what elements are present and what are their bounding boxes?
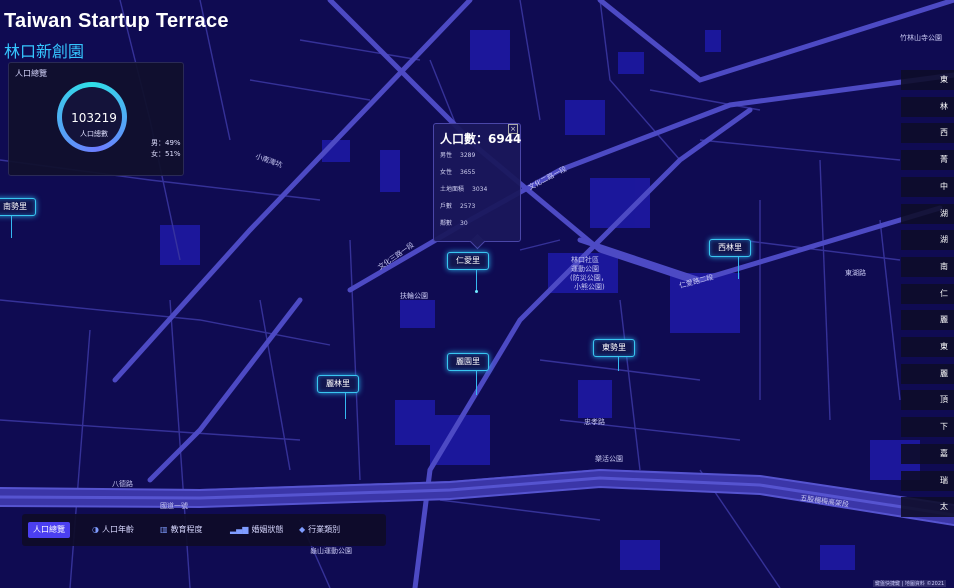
village-tab[interactable]: 瑞	[901, 470, 954, 491]
tooltip-row: 鄰數 30	[440, 218, 468, 227]
park-label: 扶輪公園	[400, 291, 428, 300]
panel-title: 人口總覽	[15, 69, 47, 78]
road-label: 八德路	[112, 479, 133, 488]
park-label: 運動公園	[571, 264, 599, 273]
village-tab[interactable]: 嘉	[901, 443, 954, 464]
row-value: 2573	[460, 203, 476, 210]
road-label: 忠孝路	[584, 417, 605, 426]
population-total: 103219	[71, 111, 117, 125]
signal-bars-icon: ▂▄▆	[230, 525, 249, 534]
tooltip-heading: 人口數：6944	[440, 132, 522, 146]
marker-pin	[738, 257, 739, 279]
population-overview-panel: 人口總覽 103219 人口總數 男：49% 女：51%	[8, 62, 184, 176]
tab-label: 教育程度	[170, 525, 203, 534]
village-marker-xilin[interactable]: 西林里	[709, 239, 751, 257]
village-tab[interactable]: 下	[901, 417, 954, 438]
village-tooltip: × 人口數：6944 男性 3289 女性 3655 土地面積 3034 戶數 2573…	[433, 123, 521, 242]
tooltip-row: 土地面積 3034	[440, 184, 487, 193]
village-marker-liyuan[interactable]: 麗園里	[447, 353, 489, 371]
tooltip-row: 男性 3289	[440, 150, 475, 159]
row-value: 3655	[460, 169, 476, 176]
marker-pin	[11, 216, 12, 238]
row-label: 鄰數	[440, 220, 453, 227]
category-tab-bar: 人口總覽 ◑ 人口年齡 ▥ 教育程度 ▂▄▆ 婚姻狀態 ◆ 行業類別	[22, 514, 386, 546]
park-label: 小熊公園)	[574, 282, 605, 291]
village-tab[interactable]: 頂	[901, 390, 954, 411]
village-marker-nanshi[interactable]: 南勢里	[0, 198, 36, 216]
row-label: 男性	[440, 152, 453, 159]
tab-marital-status[interactable]: ▂▄▆ 婚姻狀態	[230, 522, 283, 538]
tab-population-age[interactable]: ◑ 人口年齡	[92, 522, 134, 538]
row-value: 3034	[472, 186, 488, 193]
tab-label: 行業類別	[308, 525, 341, 534]
row-value: 3289	[460, 152, 476, 159]
park-label: (防災公園，	[570, 273, 608, 282]
park-label: 樂活公園	[595, 454, 623, 463]
male-ratio: 男：49%	[151, 139, 181, 147]
female-ratio: 女：51%	[151, 150, 181, 158]
road-label: 東湖路	[845, 268, 866, 277]
village-tab[interactable]: 南	[901, 256, 954, 277]
app-subtitle: 林口新創園	[4, 42, 85, 61]
row-label: 土地面積	[440, 186, 465, 193]
marker-pin	[618, 357, 619, 371]
park-label: 竹林山寺公園	[900, 33, 942, 42]
village-marker-dongshi[interactable]: 東勢里	[593, 339, 635, 357]
village-tab[interactable]: 林	[901, 96, 954, 117]
bar-chart-icon: ▥	[160, 525, 168, 534]
village-tab[interactable]: 西	[901, 123, 954, 144]
tab-population-overview[interactable]: 人口總覽	[28, 522, 70, 538]
marker-dot	[475, 290, 478, 293]
tooltip-row: 女性 3655	[440, 167, 475, 176]
village-marker-lilin[interactable]: 麗林里	[317, 375, 359, 393]
tab-label: 人口年齡	[101, 525, 134, 534]
tooltip-row: 戶數 2573	[440, 201, 475, 210]
village-tab[interactable]: 麗	[901, 310, 954, 331]
row-value: 30	[460, 220, 468, 227]
village-tab[interactable]: 東	[901, 70, 954, 90]
tab-label: 婚姻狀態	[251, 525, 284, 534]
park-label: 林口社區	[571, 255, 599, 264]
tab-education[interactable]: ▥ 教育程度	[160, 522, 203, 538]
road-label: 國道一號	[160, 501, 188, 510]
row-label: 戶數	[440, 203, 453, 210]
marker-pin	[476, 371, 477, 395]
marker-pin	[476, 270, 477, 292]
village-tab[interactable]: 東	[901, 337, 954, 357]
village-tab[interactable]: 湖	[901, 230, 954, 251]
map-attribution[interactable]: 鍵盤快捷鍵 | 地圖資料 ©2021	[873, 580, 947, 587]
village-marker-renai[interactable]: 仁愛里	[447, 252, 489, 270]
village-tab[interactable]: 仁	[901, 283, 954, 304]
village-tab[interactable]: 麗	[901, 363, 954, 384]
layers-icon: ◆	[299, 525, 306, 534]
row-label: 女性	[440, 169, 453, 176]
park-label: 龜山運動公園	[310, 546, 352, 555]
marker-pin	[345, 393, 346, 419]
pie-icon: ◑	[92, 525, 99, 534]
village-tab[interactable]: 湖	[901, 203, 954, 224]
village-tab[interactable]: 菁	[901, 150, 954, 171]
tab-industry[interactable]: ◆ 行業類別	[299, 522, 340, 538]
population-total-label: 人口總數	[80, 130, 108, 138]
village-tab[interactable]: 太	[901, 497, 954, 518]
app-title: Taiwan Startup Terrace	[4, 10, 229, 32]
village-tab[interactable]: 中	[901, 176, 954, 197]
